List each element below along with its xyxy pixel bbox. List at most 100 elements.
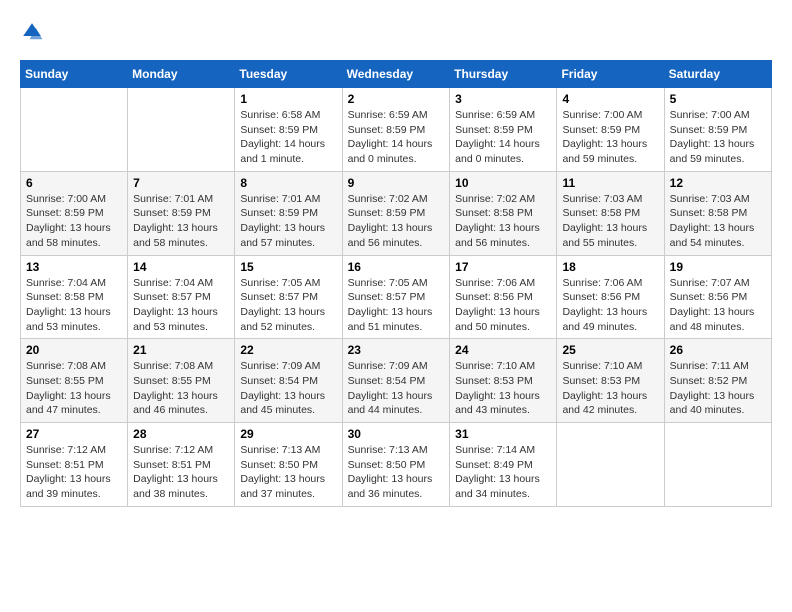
calendar-cell: 18 Sunrise: 7:06 AM Sunset: 8:56 PM Dayli… xyxy=(557,255,664,339)
calendar-cell: 14 Sunrise: 7:04 AM Sunset: 8:57 PM Dayli… xyxy=(128,255,235,339)
day-number: 5 xyxy=(670,92,766,106)
day-number: 20 xyxy=(26,343,122,357)
calendar-cell: 1 Sunrise: 6:58 AM Sunset: 8:59 PM Daylig… xyxy=(235,88,342,172)
calendar-cell: 21 Sunrise: 7:08 AM Sunset: 8:55 PM Dayli… xyxy=(128,339,235,423)
day-number: 11 xyxy=(562,176,658,190)
day-detail: Sunrise: 7:01 AM Sunset: 8:59 PM Dayligh… xyxy=(133,192,229,251)
day-number: 14 xyxy=(133,260,229,274)
day-number: 2 xyxy=(348,92,445,106)
calendar-cell: 8 Sunrise: 7:01 AM Sunset: 8:59 PM Daylig… xyxy=(235,171,342,255)
logo-icon xyxy=(20,20,44,44)
calendar-cell: 31 Sunrise: 7:14 AM Sunset: 8:49 PM Dayli… xyxy=(450,423,557,507)
day-detail: Sunrise: 7:00 AM Sunset: 8:59 PM Dayligh… xyxy=(562,108,658,167)
calendar-cell: 3 Sunrise: 6:59 AM Sunset: 8:59 PM Daylig… xyxy=(450,88,557,172)
calendar-table: SundayMondayTuesdayWednesdayThursdayFrid… xyxy=(20,60,772,507)
weekday-header-friday: Friday xyxy=(557,61,664,88)
calendar-cell: 7 Sunrise: 7:01 AM Sunset: 8:59 PM Daylig… xyxy=(128,171,235,255)
weekday-header-sunday: Sunday xyxy=(21,61,128,88)
calendar-cell: 13Sunrise: 7:04 AM Sunset: 8:58 PM Dayli… xyxy=(21,255,128,339)
calendar-cell: 15Sunrise: 7:05 AM Sunset: 8:57 PM Dayli… xyxy=(235,255,342,339)
calendar-cell xyxy=(557,423,664,507)
day-number: 31 xyxy=(455,427,551,441)
calendar-cell: 2 Sunrise: 6:59 AM Sunset: 8:59 PM Daylig… xyxy=(342,88,450,172)
day-detail: Sunrise: 6:59 AM Sunset: 8:59 PM Dayligh… xyxy=(455,108,551,167)
weekday-header-thursday: Thursday xyxy=(450,61,557,88)
logo xyxy=(20,20,48,44)
calendar-cell: 22 Sunrise: 7:09 AM Sunset: 8:54 PM Dayli… xyxy=(235,339,342,423)
day-detail: Sunrise: 7:00 AM Sunset: 8:59 PM Dayligh… xyxy=(26,192,122,251)
day-detail: Sunrise: 7:08 AM Sunset: 8:55 PM Dayligh… xyxy=(26,359,122,418)
day-number: 28 xyxy=(133,427,229,441)
day-detail: Sunrise: 6:58 AM Sunset: 8:59 PM Dayligh… xyxy=(240,108,336,167)
calendar-cell: 10 Sunrise: 7:02 AM Sunset: 8:58 PM Dayli… xyxy=(450,171,557,255)
calendar-cell: 9Sunrise: 7:02 AM Sunset: 8:59 PM Daylig… xyxy=(342,171,450,255)
day-detail: Sunrise: 6:59 AM Sunset: 8:59 PM Dayligh… xyxy=(348,108,445,167)
calendar-cell: 23 Sunrise: 7:09 AM Sunset: 8:54 PM Dayli… xyxy=(342,339,450,423)
day-number: 1 xyxy=(240,92,336,106)
day-detail: Sunrise: 7:12 AM Sunset: 8:51 PM Dayligh… xyxy=(26,443,122,502)
calendar-cell: 28Sunrise: 7:12 AM Sunset: 8:51 PM Dayli… xyxy=(128,423,235,507)
day-number: 30 xyxy=(348,427,445,441)
day-detail: Sunrise: 7:09 AM Sunset: 8:54 PM Dayligh… xyxy=(240,359,336,418)
calendar-cell xyxy=(21,88,128,172)
calendar-cell: 11 Sunrise: 7:03 AM Sunset: 8:58 PM Dayli… xyxy=(557,171,664,255)
day-number: 19 xyxy=(670,260,766,274)
day-number: 18 xyxy=(562,260,658,274)
day-detail: Sunrise: 7:03 AM Sunset: 8:58 PM Dayligh… xyxy=(670,192,766,251)
day-detail: Sunrise: 7:14 AM Sunset: 8:49 PM Dayligh… xyxy=(455,443,551,502)
day-detail: Sunrise: 7:11 AM Sunset: 8:52 PM Dayligh… xyxy=(670,359,766,418)
day-number: 16 xyxy=(348,260,445,274)
day-number: 3 xyxy=(455,92,551,106)
day-number: 17 xyxy=(455,260,551,274)
calendar-cell xyxy=(664,423,771,507)
day-detail: Sunrise: 7:00 AM Sunset: 8:59 PM Dayligh… xyxy=(670,108,766,167)
day-number: 27 xyxy=(26,427,122,441)
day-number: 10 xyxy=(455,176,551,190)
day-detail: Sunrise: 7:03 AM Sunset: 8:58 PM Dayligh… xyxy=(562,192,658,251)
calendar-cell: 19 Sunrise: 7:07 AM Sunset: 8:56 PM Dayli… xyxy=(664,255,771,339)
day-number: 13 xyxy=(26,260,122,274)
calendar-cell: 5 Sunrise: 7:00 AM Sunset: 8:59 PM Daylig… xyxy=(664,88,771,172)
day-detail: Sunrise: 7:01 AM Sunset: 8:59 PM Dayligh… xyxy=(240,192,336,251)
calendar-cell: 30 Sunrise: 7:13 AM Sunset: 8:50 PM Dayli… xyxy=(342,423,450,507)
weekday-header-wednesday: Wednesday xyxy=(342,61,450,88)
day-number: 4 xyxy=(562,92,658,106)
calendar-cell: 20 Sunrise: 7:08 AM Sunset: 8:55 PM Dayli… xyxy=(21,339,128,423)
page-header xyxy=(20,20,772,44)
calendar-cell: 16 Sunrise: 7:05 AM Sunset: 8:57 PM Dayli… xyxy=(342,255,450,339)
day-number: 6 xyxy=(26,176,122,190)
day-number: 24 xyxy=(455,343,551,357)
day-number: 12 xyxy=(670,176,766,190)
calendar-cell: 24 Sunrise: 7:10 AM Sunset: 8:53 PM Dayli… xyxy=(450,339,557,423)
calendar-cell: 26Sunrise: 7:11 AM Sunset: 8:52 PM Dayli… xyxy=(664,339,771,423)
weekday-header-saturday: Saturday xyxy=(664,61,771,88)
calendar-cell: 29 Sunrise: 7:13 AM Sunset: 8:50 PM Dayli… xyxy=(235,423,342,507)
calendar-cell xyxy=(128,88,235,172)
day-detail: Sunrise: 7:10 AM Sunset: 8:53 PM Dayligh… xyxy=(562,359,658,418)
weekday-header-tuesday: Tuesday xyxy=(235,61,342,88)
day-number: 22 xyxy=(240,343,336,357)
day-detail: Sunrise: 7:07 AM Sunset: 8:56 PM Dayligh… xyxy=(670,276,766,335)
calendar-cell: 4 Sunrise: 7:00 AM Sunset: 8:59 PM Daylig… xyxy=(557,88,664,172)
day-number: 9 xyxy=(348,176,445,190)
calendar-cell: 6 Sunrise: 7:00 AM Sunset: 8:59 PM Daylig… xyxy=(21,171,128,255)
day-number: 15 xyxy=(240,260,336,274)
day-detail: Sunrise: 7:02 AM Sunset: 8:58 PM Dayligh… xyxy=(455,192,551,251)
weekday-header-monday: Monday xyxy=(128,61,235,88)
day-detail: Sunrise: 7:04 AM Sunset: 8:57 PM Dayligh… xyxy=(133,276,229,335)
day-detail: Sunrise: 7:05 AM Sunset: 8:57 PM Dayligh… xyxy=(348,276,445,335)
day-detail: Sunrise: 7:13 AM Sunset: 8:50 PM Dayligh… xyxy=(240,443,336,502)
day-detail: Sunrise: 7:08 AM Sunset: 8:55 PM Dayligh… xyxy=(133,359,229,418)
calendar-cell: 17Sunrise: 7:06 AM Sunset: 8:56 PM Dayli… xyxy=(450,255,557,339)
day-detail: Sunrise: 7:10 AM Sunset: 8:53 PM Dayligh… xyxy=(455,359,551,418)
calendar-cell: 25Sunrise: 7:10 AM Sunset: 8:53 PM Dayli… xyxy=(557,339,664,423)
calendar-cell: 27 Sunrise: 7:12 AM Sunset: 8:51 PM Dayli… xyxy=(21,423,128,507)
day-detail: Sunrise: 7:06 AM Sunset: 8:56 PM Dayligh… xyxy=(562,276,658,335)
day-detail: Sunrise: 7:09 AM Sunset: 8:54 PM Dayligh… xyxy=(348,359,445,418)
day-number: 7 xyxy=(133,176,229,190)
day-number: 21 xyxy=(133,343,229,357)
day-number: 29 xyxy=(240,427,336,441)
day-number: 23 xyxy=(348,343,445,357)
day-detail: Sunrise: 7:13 AM Sunset: 8:50 PM Dayligh… xyxy=(348,443,445,502)
day-number: 8 xyxy=(240,176,336,190)
